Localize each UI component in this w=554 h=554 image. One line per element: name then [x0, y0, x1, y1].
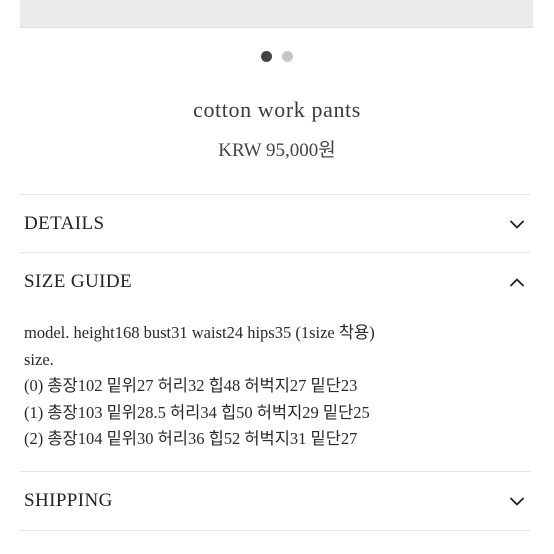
shipping-accordion-header[interactable]: SHIPPING [24, 486, 530, 516]
size-guide-content: model. height168 bust31 waist24 hips35 (… [24, 320, 530, 453]
divider [20, 252, 530, 253]
model-info: model. height168 bust31 waist24 hips35 (… [24, 323, 375, 342]
size-row: (0) 총장102 밑위27 허리32 힙48 허벅지27 밑단23 [24, 376, 358, 395]
size-guide-accordion-header[interactable]: SIZE GUIDE [24, 267, 530, 297]
details-label: DETAILS [24, 213, 105, 234]
size-row: (2) 총장104 밑위30 허리36 힙52 허벅지31 밑단27 [24, 429, 358, 448]
carousel-indicator [0, 51, 554, 62]
chevron-up-icon [510, 275, 524, 289]
size-row: (1) 총장103 밑위28.5 허리34 힙50 허벅지29 밑단25 [24, 402, 370, 422]
divider [20, 471, 530, 472]
carousel-dot-1[interactable] [261, 51, 272, 62]
carousel-dot-2[interactable] [282, 51, 293, 62]
chevron-down-icon [510, 217, 524, 231]
divider [20, 194, 530, 195]
product-image[interactable] [20, 0, 533, 28]
shipping-label: SHIPPING [24, 490, 113, 511]
size-heading: size. [24, 349, 54, 369]
divider [20, 530, 530, 531]
product-title: cotton work pants [193, 97, 361, 122]
product-price: KRW 95,000원 [218, 140, 336, 161]
size-guide-label: SIZE GUIDE [24, 271, 132, 292]
chevron-down-icon [510, 494, 524, 508]
details-accordion-header[interactable]: DETAILS [24, 209, 530, 239]
